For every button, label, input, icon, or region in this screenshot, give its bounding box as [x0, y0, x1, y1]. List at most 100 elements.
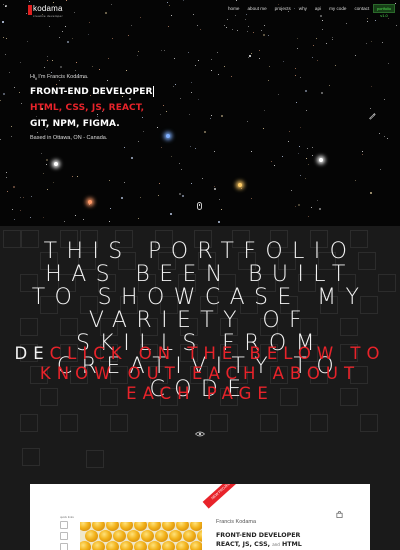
star: [140, 197, 141, 198]
grid-square: [378, 274, 396, 292]
star: [77, 176, 78, 177]
nav-contact[interactable]: contact: [354, 6, 369, 11]
star: [362, 154, 363, 155]
star: [264, 25, 265, 26]
star: [109, 221, 110, 222]
star: [306, 158, 307, 159]
star: [110, 208, 111, 209]
star: [382, 42, 383, 43]
star: [317, 60, 318, 61]
star: [0, 139, 1, 140]
star: [321, 92, 323, 94]
version-badge[interactable]: portfolio v1.0: [373, 4, 395, 18]
star: [380, 169, 381, 170]
bright-star: [166, 134, 170, 138]
star: [355, 180, 356, 181]
lego-stud: [120, 541, 133, 550]
nav-why[interactable]: why: [299, 6, 307, 11]
star: [346, 23, 347, 24]
grid-square: [260, 414, 278, 432]
star: [46, 164, 47, 165]
star: [370, 192, 372, 194]
star: [297, 48, 298, 49]
star: [251, 198, 252, 199]
star: [218, 74, 219, 75]
pen-icon[interactable]: [368, 112, 376, 120]
star: [164, 50, 165, 51]
card-title-html: HTML: [281, 541, 302, 548]
star: [14, 219, 15, 220]
star: [72, 38, 73, 39]
star: [312, 57, 313, 58]
card-title-line-1: FRONT-END DEVELOPER: [216, 532, 301, 539]
nav-projects[interactable]: projects: [275, 6, 291, 11]
scroll-mouse-icon[interactable]: [197, 202, 202, 210]
star: [180, 98, 181, 99]
star: [332, 37, 333, 38]
logo-mark-icon: [28, 5, 32, 15]
star: [197, 25, 198, 26]
star: [300, 127, 301, 128]
nav-api[interactable]: api: [315, 6, 321, 11]
grid-square: [310, 414, 328, 432]
star: [317, 200, 318, 201]
logo-name: kodama: [33, 4, 63, 13]
star: [89, 22, 90, 23]
star: [355, 55, 356, 56]
bright-star: [54, 162, 58, 166]
star: [313, 45, 314, 46]
star: [198, 99, 199, 100]
star: [219, 199, 220, 200]
star: [31, 196, 32, 197]
star: [51, 72, 52, 73]
bright-star: [238, 183, 242, 187]
call-to-action: DECLICK ON THE BELOW TO KNOW OUT EACH AB…: [10, 344, 390, 404]
star: [72, 176, 73, 177]
new-project-ribbon: NEW PROJECT: [202, 484, 242, 509]
project-thumbnail[interactable]: [80, 522, 202, 550]
star: [296, 102, 297, 103]
star: [311, 207, 312, 208]
star: [138, 218, 139, 219]
quick-link-icon[interactable]: [60, 543, 68, 550]
star: [297, 38, 298, 39]
grid-square: [22, 448, 40, 466]
star: [47, 60, 48, 61]
star: [210, 118, 211, 119]
star: [248, 26, 249, 27]
star: [53, 182, 54, 183]
star: [305, 178, 306, 179]
quick-link-icon[interactable]: [60, 532, 68, 540]
project-card[interactable]: quick links NEW PROJECT Francis Kodama F…: [30, 484, 370, 550]
nav-home[interactable]: home: [228, 6, 240, 11]
star: [175, 84, 176, 85]
star: [312, 147, 313, 148]
star: [5, 54, 6, 55]
star: [200, 29, 201, 30]
star: [189, 114, 190, 115]
quick-link-icon[interactable]: [60, 521, 68, 529]
star: [47, 56, 48, 57]
nav-my-code[interactable]: my code: [329, 6, 346, 11]
star: [247, 121, 248, 122]
star: [305, 90, 307, 92]
star: [263, 34, 265, 36]
star: [198, 60, 199, 61]
star: [131, 157, 133, 159]
star: [251, 151, 252, 152]
nav-about-me[interactable]: about me: [248, 6, 267, 11]
star: [226, 27, 227, 28]
star: [332, 39, 333, 40]
card-title-and: and: [272, 542, 280, 547]
star: [366, 43, 367, 44]
star: [299, 146, 300, 147]
eye-icon[interactable]: [195, 431, 205, 437]
star: [27, 41, 28, 42]
hero-intro: Hi, I'm Francis Kodama. FRONT-END DEVELO…: [30, 74, 155, 141]
bag-icon[interactable]: [336, 511, 343, 518]
star: [13, 186, 15, 188]
star: [308, 164, 309, 165]
star: [179, 193, 181, 195]
star: [60, 66, 62, 68]
bright-star: [319, 158, 323, 162]
